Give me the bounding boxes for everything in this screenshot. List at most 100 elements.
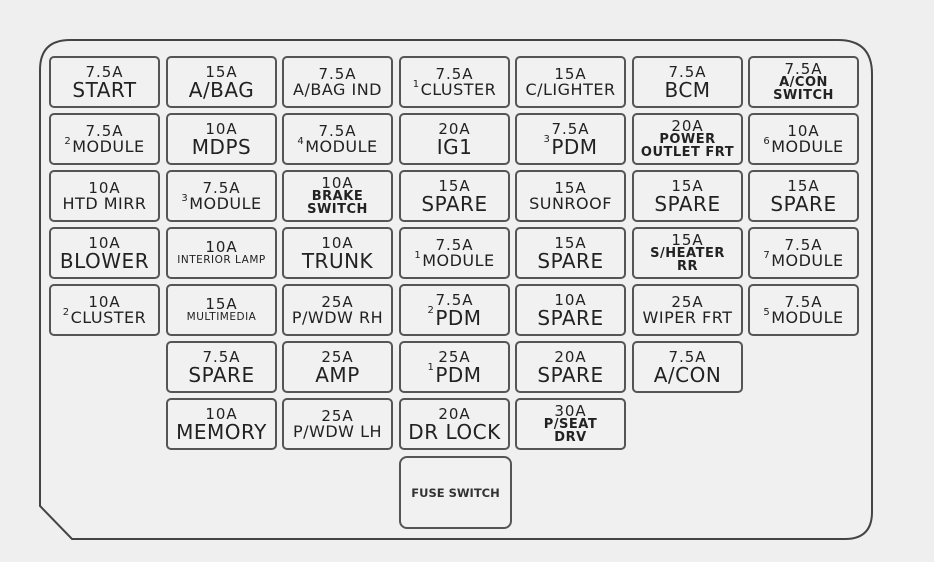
fuse-memory[interactable]: 10A MEMORY	[166, 398, 277, 450]
fuse-a-bag[interactable]: 15A A/BAG	[166, 56, 277, 108]
fuse-power-outlet-frt[interactable]: 20A POWER OUTLET FRT	[632, 113, 743, 165]
fuse-label: 1CLUSTER	[413, 79, 497, 99]
fuse-label: A/BAG	[189, 80, 254, 100]
fuse-p-seat-drv[interactable]: 30A P/SEAT DRV	[515, 398, 626, 450]
fuse-spare[interactable]: 15A SPARE	[399, 170, 510, 222]
fuse-p-wdw-rh[interactable]: 25A P/WDW RH	[282, 284, 393, 336]
fuse-sunroof[interactable]: 15A SUNROOF	[515, 170, 626, 222]
fuse-blower[interactable]: 10A BLOWER	[49, 227, 160, 279]
fuse-label-text: SWITCH	[307, 201, 368, 217]
fuse-htd-mirr[interactable]: 10A HTD MIRR	[49, 170, 160, 222]
fuse-label: SPARE	[537, 251, 603, 271]
fuse-cluster-2[interactable]: 10A 2CLUSTER	[49, 284, 160, 336]
fuse-spare[interactable]: 20A SPARE	[515, 341, 626, 393]
fuse-a-con[interactable]: 7.5A A/CON	[632, 341, 743, 393]
fuse-label-text: TRUNK	[301, 248, 374, 273]
fuse-module-2[interactable]: 7.5A 2MODULE	[49, 113, 160, 165]
fuse-label-text: SPARE	[537, 362, 604, 387]
fuse-c-lighter[interactable]: 15A C/LIGHTER	[515, 56, 626, 108]
fuse-start[interactable]: 7.5A START	[49, 56, 160, 108]
fuse-amperage: 15A	[205, 295, 238, 314]
fuse-cluster-1[interactable]: 7.5A 1CLUSTER	[399, 56, 510, 108]
fuse-label: IG1	[437, 137, 473, 157]
fuse-label-text: CLUSTER	[70, 307, 147, 327]
fuse-a-bag-ind[interactable]: 7.5A A/BAG IND	[282, 56, 393, 108]
fuse-label-text: IG1	[436, 134, 473, 159]
fuse-label: A/CON SWITCH	[773, 76, 834, 103]
fuse-multimedia[interactable]: 15A MULTIMEDIA	[166, 284, 277, 336]
fuse-spare[interactable]: 10A SPARE	[515, 284, 626, 336]
fuse-spare[interactable]: 15A SPARE	[632, 170, 743, 222]
fuse-pdm-1[interactable]: 25A 1PDM	[399, 341, 510, 393]
fuse-label: A/BAG IND	[293, 81, 382, 98]
fuse-bcm[interactable]: 7.5A BCM	[632, 56, 743, 108]
fuse-label: MDPS	[192, 137, 251, 157]
fuse-spare[interactable]: 15A SPARE	[748, 170, 859, 222]
fuse-label: SUNROOF	[529, 193, 612, 213]
fuse-label: BCM	[664, 80, 710, 100]
fuse-brake-switch[interactable]: 10A BRAKE SWITCH	[282, 170, 393, 222]
fuse-mdps[interactable]: 10A MDPS	[166, 113, 277, 165]
fuse-label-text: PDM	[435, 362, 482, 387]
fuse-index: 4	[297, 135, 305, 147]
fuse-s-heater-rr[interactable]: 15A S/HEATER RR	[632, 227, 743, 279]
fuse-label-text: AMP	[315, 362, 360, 387]
fuse-pdm-2[interactable]: 7.5A 2PDM	[399, 284, 510, 336]
fuse-module-7[interactable]: 7.5A 7MODULE	[748, 227, 859, 279]
fuse-label: 1MODULE	[414, 250, 495, 270]
fuse-p-wdw-lh[interactable]: 25A P/WDW LH	[282, 398, 393, 450]
fuse-label-text: DR LOCK	[408, 419, 501, 444]
fuse-wiper-frt[interactable]: 25A WIPER FRT	[632, 284, 743, 336]
fuse-label-text: MEMORY	[176, 419, 267, 444]
fuse-label-text: SUNROOF	[529, 193, 612, 213]
fuse-label-text: OUTLET FRT	[640, 144, 735, 160]
fuse-label-text: CLUSTER	[420, 79, 497, 99]
fuse-label: DR LOCK	[408, 422, 500, 442]
fuse-spare[interactable]: 7.5A SPARE	[166, 341, 277, 393]
fuse-switch-label: FUSE SWITCH	[411, 485, 500, 500]
fuse-switch[interactable]: FUSE SWITCH	[399, 456, 512, 529]
fuse-interior-lamp[interactable]: 10A INTERIOR LAMP	[166, 227, 277, 279]
fuse-label-text: MODULE	[72, 136, 145, 156]
fuse-label-text: START	[72, 77, 137, 102]
fuse-label: SPARE	[188, 365, 254, 385]
fuse-amperage: 10A	[205, 238, 238, 257]
fuse-label: P/WDW LH	[293, 423, 382, 440]
fuse-label: 2PDM	[427, 305, 481, 328]
fuse-label: BRAKE SWITCH	[307, 190, 368, 217]
fuse-module-5[interactable]: 7.5A 5MODULE	[748, 284, 859, 336]
fuse-a-con-switch[interactable]: 7.5A A/CON SWITCH	[748, 56, 859, 108]
fuse-amp[interactable]: 25A AMP	[282, 341, 393, 393]
fuse-module-1[interactable]: 7.5A 1MODULE	[399, 227, 510, 279]
fuse-label-text: MODULE	[422, 250, 495, 270]
fuse-label-text: SPARE	[188, 362, 255, 387]
fuse-ig1[interactable]: 20A IG1	[399, 113, 510, 165]
fuse-trunk[interactable]: 10A TRUNK	[282, 227, 393, 279]
fuse-label: C/LIGHTER	[525, 79, 616, 99]
fuse-label: START	[72, 80, 136, 100]
fuse-label: 5MODULE	[763, 307, 843, 326]
fuse-label-text: C/LIGHTER	[525, 79, 616, 99]
fuse-label-text: A/CON	[653, 362, 722, 387]
fuse-label-text: INTERIOR LAMP	[177, 254, 266, 267]
fuse-label: 6MODULE	[763, 136, 843, 155]
fuse-index: 3	[181, 192, 189, 204]
fuse-label-text: SWITCH	[773, 87, 834, 103]
fuse-label-text: BCM	[664, 77, 711, 102]
fuse-module-4[interactable]: 7.5A 4MODULE	[282, 113, 393, 165]
fuse-label-text: MODULE	[771, 250, 844, 270]
fuse-label-text: RR	[676, 258, 699, 274]
fuse-label-text: A/BAG	[188, 77, 255, 102]
fuse-label: SPARE	[770, 194, 836, 214]
fuse-label: P/SEAT DRV	[544, 418, 597, 445]
fuse-label-text: MULTIMEDIA	[186, 311, 257, 324]
fuse-dr-lock[interactable]: 20A DR LOCK	[399, 398, 510, 450]
fuse-label: 7MODULE	[763, 250, 844, 270]
fuse-index: 2	[64, 135, 72, 147]
fuse-index: 3	[543, 133, 551, 145]
fuse-module-6[interactable]: 10A 6MODULE	[748, 113, 859, 165]
fuse-label-text: DRV	[554, 429, 587, 445]
fuse-pdm-3[interactable]: 7.5A 3PDM	[515, 113, 626, 165]
fuse-module-3[interactable]: 7.5A 3MODULE	[166, 170, 277, 222]
fuse-spare[interactable]: 15A SPARE	[515, 227, 626, 279]
